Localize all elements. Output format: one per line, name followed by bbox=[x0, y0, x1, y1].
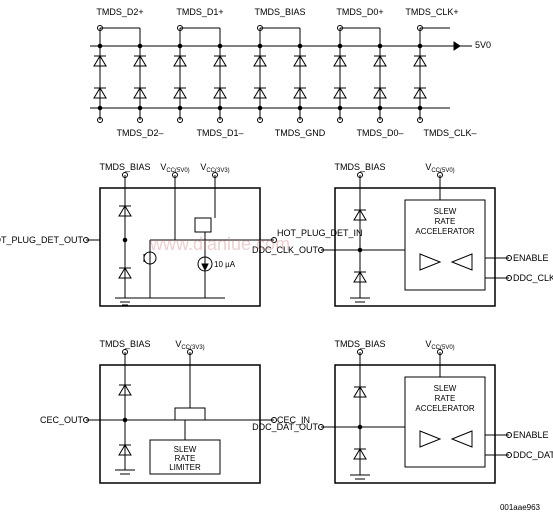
cec-left: CEC_OUT bbox=[40, 415, 84, 425]
lbl-d2n: TMDS_D2– bbox=[116, 128, 163, 138]
esd-bank: 5V0 bbox=[90, 7, 491, 138]
ddc-dat-block: TMDS_BIAS VCC(5V0) DDC_DAT_OUT ENABLE DD… bbox=[252, 339, 553, 483]
supply-label: 5V0 bbox=[475, 40, 491, 50]
watermark: www.dianlue.com bbox=[149, 234, 290, 254]
lbl-bias: TMDS_BIAS bbox=[254, 7, 305, 17]
dd-l1: SLEW bbox=[434, 384, 457, 393]
dd-en: ENABLE bbox=[513, 430, 549, 440]
dd-top-b: VCC(5V0) bbox=[425, 339, 454, 351]
dd-in: DDC_DAT_IN bbox=[513, 450, 553, 460]
hp-current: 10 µA bbox=[214, 260, 236, 269]
doc-id: 001aae963 bbox=[500, 503, 541, 512]
cec-l1: SLEW bbox=[174, 445, 197, 454]
cec-top-a: TMDS_BIAS bbox=[99, 339, 150, 349]
dc-top-a: TMDS_BIAS bbox=[334, 162, 385, 172]
hp-top-b: VCC(5V0) bbox=[160, 162, 189, 174]
cec-top-b: VCC(3V3) bbox=[175, 339, 204, 351]
cec-l3: LIMITER bbox=[169, 463, 201, 472]
dd-top-a: TMDS_BIAS bbox=[334, 339, 385, 349]
cec-block: TMDS_BIAS VCC(3V3) CEC_OUT CEC_IN SLEW R… bbox=[40, 339, 310, 483]
lbl-d2p: TMDS_D2+ bbox=[96, 7, 143, 17]
dc-block-l1: SLEW bbox=[434, 207, 457, 216]
cec-l2: RATE bbox=[175, 454, 196, 463]
dc-in: DDC_CLK_IN bbox=[513, 273, 553, 283]
lbl-gnd: TMDS_GND bbox=[275, 128, 326, 138]
dc-top-b: VCC(5V0) bbox=[425, 162, 454, 174]
hp-top-c: VCC(3V3) bbox=[200, 162, 229, 174]
dc-block-l3: ACCELERATOR bbox=[415, 227, 474, 236]
lbl-clkn: TMDS_CLK– bbox=[423, 128, 476, 138]
dd-l3: ACCELERATOR bbox=[415, 404, 474, 413]
dd-l2: RATE bbox=[435, 394, 456, 403]
hp-top-a: TMDS_BIAS bbox=[99, 162, 150, 172]
lbl-clkp: TMDS_CLK+ bbox=[405, 7, 458, 17]
hp-left: HOT_PLUG_DET_OUT bbox=[0, 235, 83, 245]
lbl-d1p: TMDS_D1+ bbox=[176, 7, 223, 17]
lbl-d0n: TMDS_D0– bbox=[356, 128, 403, 138]
dc-block-l2: RATE bbox=[435, 217, 456, 226]
dd-left: DDC_DAT_OUT bbox=[252, 422, 318, 432]
lbl-d1n: TMDS_D1– bbox=[196, 128, 243, 138]
schematic-diagram: 5V0 bbox=[0, 0, 553, 525]
dc-en: ENABLE bbox=[513, 253, 549, 263]
lbl-d0p: TMDS_D0+ bbox=[336, 7, 383, 17]
